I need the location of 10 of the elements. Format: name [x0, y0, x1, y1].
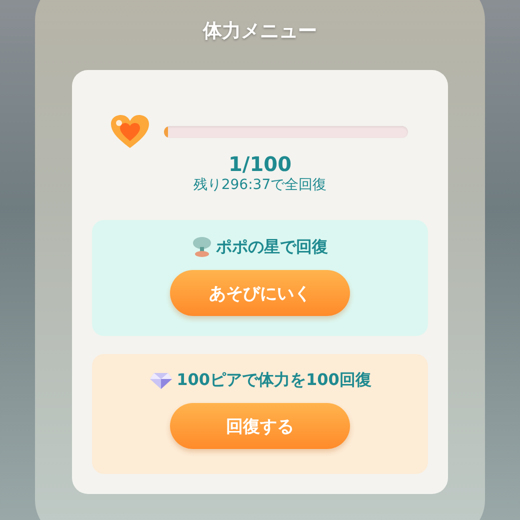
mushroom-icon	[192, 236, 212, 258]
option-button[interactable]: 回復する	[170, 403, 350, 449]
option-label: 100ピアで体力を100回復	[176, 370, 372, 391]
stamina-value: 1/100	[228, 152, 292, 176]
option-button[interactable]: あそびにいく	[170, 270, 350, 316]
option-label: ポポの星で回復	[216, 236, 328, 258]
window-title: 体力メニュー	[203, 19, 317, 44]
heart-icon	[110, 114, 150, 150]
gem-icon	[148, 372, 173, 390]
recovery-time: 残り296:37で全回復	[193, 176, 327, 194]
